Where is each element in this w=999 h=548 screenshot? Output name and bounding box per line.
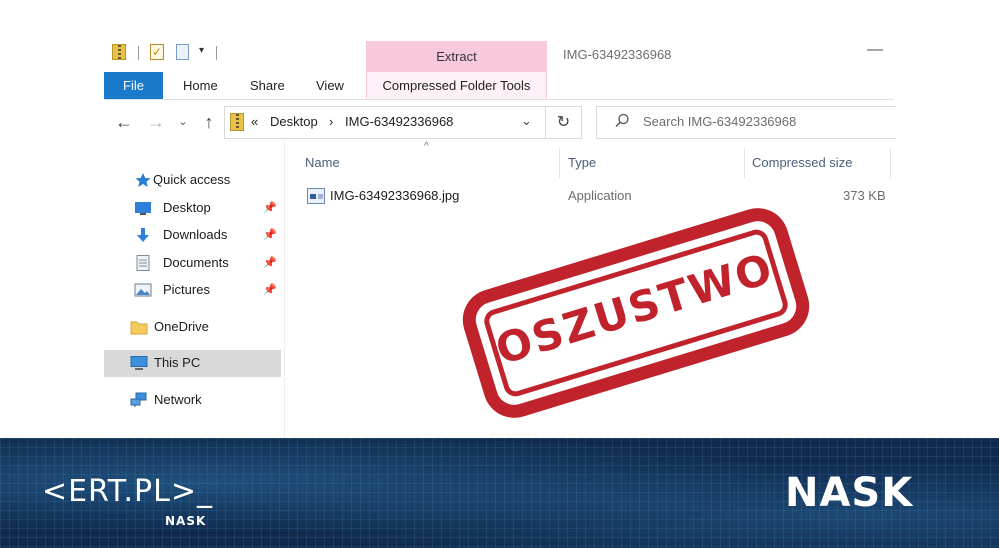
- pictures-icon: [134, 283, 152, 297]
- context-tab-extract[interactable]: Extract: [366, 41, 547, 72]
- window-title: IMG-63492336968: [563, 47, 672, 62]
- network-icon: [130, 392, 147, 407]
- sidebar-item-label: OneDrive: [154, 319, 209, 334]
- zip-folder-icon: [112, 44, 126, 60]
- pin-icon[interactable]: 📌: [263, 228, 277, 241]
- pin-icon[interactable]: 📌: [263, 256, 277, 269]
- download-icon: [137, 228, 149, 242]
- folder-icon: [130, 321, 148, 335]
- column-header-name[interactable]: Name: [305, 155, 340, 170]
- up-button[interactable]: ↑: [198, 110, 220, 134]
- cert-logo-sub: NASK: [165, 514, 207, 528]
- sidebar-item-label: This PC: [154, 355, 201, 370]
- cert-logo: <ERT.PL>_: [42, 474, 213, 509]
- recent-locations-button[interactable]: ⌄: [176, 110, 190, 134]
- pc-icon: [130, 356, 148, 370]
- pin-icon[interactable]: 📌: [263, 201, 277, 214]
- sidebar-item-network[interactable]: Network: [104, 387, 281, 414]
- refresh-button[interactable]: ↻: [546, 106, 582, 139]
- sidebar-item-downloads[interactable]: Downloads 📌: [104, 222, 281, 249]
- footer-banner: <ERT.PL>_ NASK NASK: [0, 438, 999, 548]
- sort-ascending-icon: ^: [424, 141, 429, 152]
- qat-separator: [138, 46, 139, 60]
- fraud-stamp: OSZUSTWO: [456, 201, 816, 425]
- sidebar-item-label: Pictures: [163, 282, 210, 297]
- breadcrumb-desktop[interactable]: Desktop: [270, 114, 318, 129]
- forward-button[interactable]: →: [145, 110, 167, 134]
- sidebar-item-label: Quick access: [153, 172, 231, 187]
- search-icon: [615, 113, 629, 128]
- column-header-type[interactable]: Type: [568, 155, 596, 170]
- pin-icon[interactable]: 📌: [263, 283, 277, 296]
- breadcrumb-current[interactable]: IMG-63492336968: [345, 114, 453, 129]
- sidebar-item-label: Network: [154, 392, 202, 407]
- back-button[interactable]: ←: [113, 110, 135, 134]
- breadcrumb-overflow[interactable]: «: [251, 114, 258, 129]
- tab-compressed-folder-tools[interactable]: Compressed Folder Tools: [366, 72, 547, 99]
- qat-dropdown-icon[interactable]: ▾: [199, 45, 204, 56]
- nask-logo: NASK: [785, 470, 914, 516]
- ribbon-divider: [104, 99, 894, 100]
- application-file-icon: [307, 188, 325, 204]
- sidebar-item-label: Desktop: [163, 200, 211, 215]
- breadcrumb-separator: ›: [329, 114, 334, 129]
- sidebar-item-quick-access[interactable]: Quick access: [104, 167, 281, 194]
- column-separator[interactable]: [744, 148, 745, 178]
- column-header-compressed-size[interactable]: Compressed size: [752, 155, 852, 170]
- search-placeholder: Search IMG-63492336968: [643, 114, 797, 129]
- desktop-icon: [135, 202, 151, 215]
- documents-icon: [136, 255, 150, 271]
- properties-icon[interactable]: ✓: [150, 44, 164, 60]
- file-type: Application: [568, 188, 632, 203]
- zip-folder-icon: [230, 113, 244, 131]
- tab-share[interactable]: Share: [250, 72, 285, 99]
- nav-pane-divider: [284, 140, 285, 438]
- sidebar-item-pictures[interactable]: Pictures 📌: [104, 277, 281, 304]
- file-name[interactable]: IMG-63492336968.jpg: [330, 188, 459, 203]
- qat-separator: [216, 46, 217, 60]
- sidebar-item-documents[interactable]: Documents 📌: [104, 250, 281, 277]
- sidebar-item-label: Downloads: [163, 227, 228, 242]
- column-separator[interactable]: [559, 148, 560, 178]
- sidebar-item-label: Documents: [163, 255, 229, 270]
- star-icon: [135, 173, 151, 187]
- file-size: 373 KB: [843, 188, 886, 203]
- new-folder-icon[interactable]: [176, 44, 189, 60]
- sidebar-item-desktop[interactable]: Desktop 📌: [104, 195, 281, 222]
- tab-home[interactable]: Home: [183, 72, 218, 99]
- minimize-button[interactable]: —: [865, 41, 885, 59]
- sidebar-item-onedrive[interactable]: OneDrive: [104, 314, 281, 341]
- address-dropdown-button[interactable]: ⌄: [521, 113, 532, 129]
- tab-file[interactable]: File: [104, 72, 163, 99]
- tab-view[interactable]: View: [316, 72, 344, 99]
- sidebar-item-this-pc[interactable]: This PC: [104, 350, 281, 377]
- column-separator[interactable]: [890, 148, 891, 178]
